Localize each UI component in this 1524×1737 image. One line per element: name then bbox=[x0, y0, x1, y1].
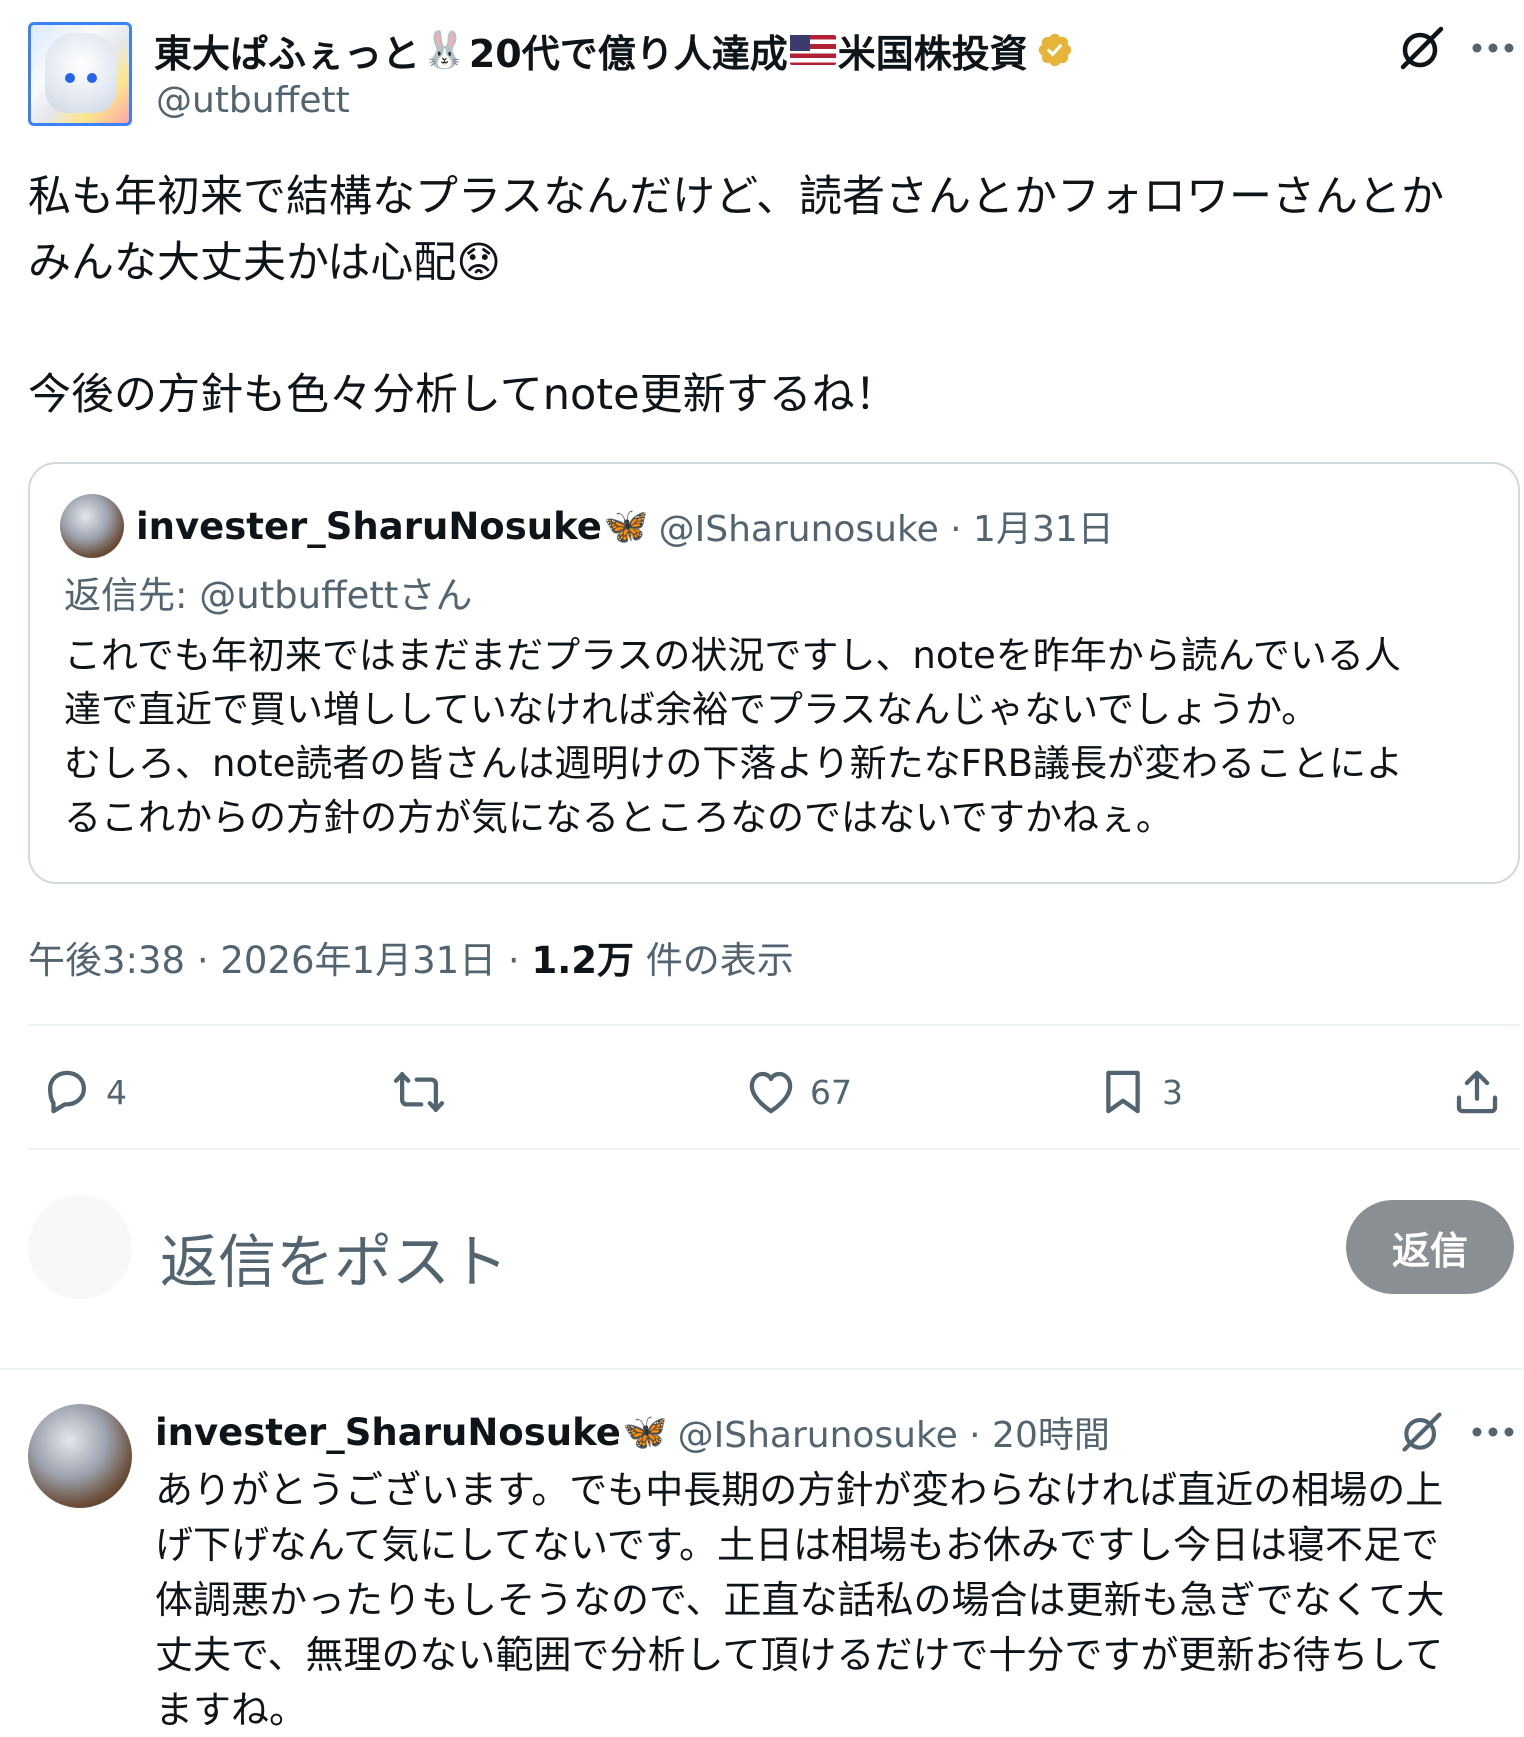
reply-text-line: 丈夫で、無理のない範囲で分析して頂けるだけで十分ですが更新お待ちして bbox=[155, 1633, 1444, 1677]
quote-handle-date: @ISharunosuke · 1月31日 bbox=[658, 509, 1114, 550]
tweet-text-line: 今後の方針も色々分析してnote更新するね！ bbox=[28, 370, 898, 420]
reply-composer-input[interactable]: 返信をポスト bbox=[160, 1215, 508, 1299]
reply-author-name: invester_SharuNosuke bbox=[155, 1410, 621, 1454]
verified-badge-icon[interactable] bbox=[1036, 31, 1074, 69]
share-button[interactable] bbox=[1450, 1062, 1504, 1122]
reply-more-icon[interactable] bbox=[1466, 1402, 1520, 1462]
reply-count: 4 bbox=[106, 1072, 127, 1112]
divider bbox=[0, 1368, 1524, 1370]
quote-reply-to: 返信先: @utbuffettさん bbox=[64, 574, 473, 617]
reply-text-line: 体調悪かったりもしそうなので、正直な話私の場合は更新も急ぎでなくて大 bbox=[155, 1578, 1445, 1622]
quote-text-line: むしろ、note読者の皆さんは週明けの下落より新たなFRB議長が変わることによ bbox=[64, 742, 1403, 785]
butterfly-emoji: 🦋 bbox=[622, 1412, 668, 1453]
retweet-button[interactable] bbox=[390, 1062, 448, 1122]
author-name-part2: 20代で億り人達成 bbox=[468, 31, 788, 76]
rabbit-emoji: 🐰 bbox=[422, 30, 467, 71]
retweet-icon bbox=[393, 1071, 445, 1113]
share-icon bbox=[1456, 1070, 1498, 1114]
author-name-part1: 東大ぱふぇっと bbox=[154, 31, 421, 76]
quote-text-line: 達で直近で買い増ししていなければ余裕でプラスなんじゃないでしょうか。 bbox=[64, 688, 1319, 731]
quote-author-name: invester_SharuNosuke bbox=[136, 504, 602, 548]
like-button[interactable]: 67 bbox=[744, 1062, 852, 1122]
avatar-eye bbox=[87, 73, 97, 83]
divider bbox=[28, 1148, 1520, 1150]
view-count: 1.2万 bbox=[531, 939, 634, 982]
quote-text-line: これでも年初来ではまだまだプラスの状況ですし、noteを昨年から読んでいる人 bbox=[64, 634, 1401, 677]
like-icon bbox=[749, 1071, 793, 1114]
reply-author-avatar[interactable] bbox=[28, 1404, 132, 1508]
butterfly-emoji: 🦋 bbox=[603, 506, 649, 547]
quoted-tweet[interactable]: invester_SharuNosuke 🦋 @ISharunosuke · 1… bbox=[28, 462, 1520, 884]
reply-icon bbox=[47, 1070, 87, 1114]
grok-icon bbox=[1402, 1412, 1442, 1452]
reply-submit-button[interactable]: 返信 bbox=[1346, 1200, 1514, 1294]
more-icon-svg bbox=[1472, 43, 1514, 53]
avatar-eye bbox=[65, 73, 75, 83]
bookmark-button[interactable]: 3 bbox=[1096, 1062, 1183, 1122]
tweet-text-line-content: みんな大丈夫かは心配 bbox=[28, 238, 457, 288]
view-count-label: 件の表示 bbox=[634, 939, 794, 982]
reply-handle-time: @ISharunosuke · 20時間 bbox=[677, 1415, 1110, 1456]
reply-button[interactable]: 4 bbox=[40, 1062, 127, 1122]
reply-author-row[interactable]: invester_SharuNosuke 🦋 @ISharunosuke · 2… bbox=[155, 1404, 1110, 1460]
tweet-text-line: みんな大丈夫かは心配😟 bbox=[28, 232, 501, 294]
us-flag-icon bbox=[789, 35, 836, 65]
more-icon bbox=[1472, 1427, 1514, 1437]
author-avatar[interactable] bbox=[28, 22, 132, 126]
quote-text-line: るこれからの方針の方が気になるところなのではないですかねぇ。 bbox=[64, 796, 1173, 839]
worried-face-emoji: 😟 bbox=[456, 238, 502, 288]
bookmark-icon bbox=[1106, 1070, 1140, 1114]
reply-grok-icon[interactable] bbox=[1392, 1402, 1452, 1462]
tweet-meta: 午後3:38 · 2026年1月31日 · 1.2万 件の表示 bbox=[28, 930, 794, 984]
tweet-text-line: 私も年初来で結構なプラスなんだけど、読者さんとかフォロワーさんとか bbox=[28, 172, 1444, 222]
author-handle-text: @utbuffett bbox=[156, 80, 350, 121]
reply-text-line: ありがとうございます。でも中長期の方針が変わらなければ直近の相場の上 bbox=[155, 1468, 1444, 1512]
grok-icon[interactable] bbox=[1392, 18, 1452, 78]
current-user-avatar bbox=[28, 1195, 132, 1299]
divider bbox=[28, 1024, 1520, 1026]
more-icon[interactable] bbox=[1466, 18, 1520, 78]
bookmark-count: 3 bbox=[1162, 1072, 1183, 1112]
quote-author-avatar bbox=[60, 494, 124, 558]
reply-text-line: げ下げなんて気にしてないです。土日は相場もお休みですし今日は寝不足で bbox=[155, 1523, 1440, 1567]
quote-author-row: invester_SharuNosuke 🦋 @ISharunosuke · 1… bbox=[136, 500, 1114, 552]
author-name[interactable]: 東大ぱふぇっと 🐰 20代で億り人達成 米国株投資 bbox=[154, 22, 1074, 78]
like-count: 67 bbox=[810, 1072, 852, 1112]
reply-text-line: ますね。 bbox=[155, 1688, 308, 1732]
tweet-timestamp[interactable]: 午後3:38 · 2026年1月31日 · bbox=[28, 939, 531, 982]
grok-icon-svg bbox=[1400, 26, 1444, 70]
author-name-part3: 米国株投資 bbox=[837, 31, 1028, 76]
author-handle[interactable]: @utbuffett bbox=[156, 80, 350, 121]
avatar-illustration bbox=[45, 33, 117, 113]
